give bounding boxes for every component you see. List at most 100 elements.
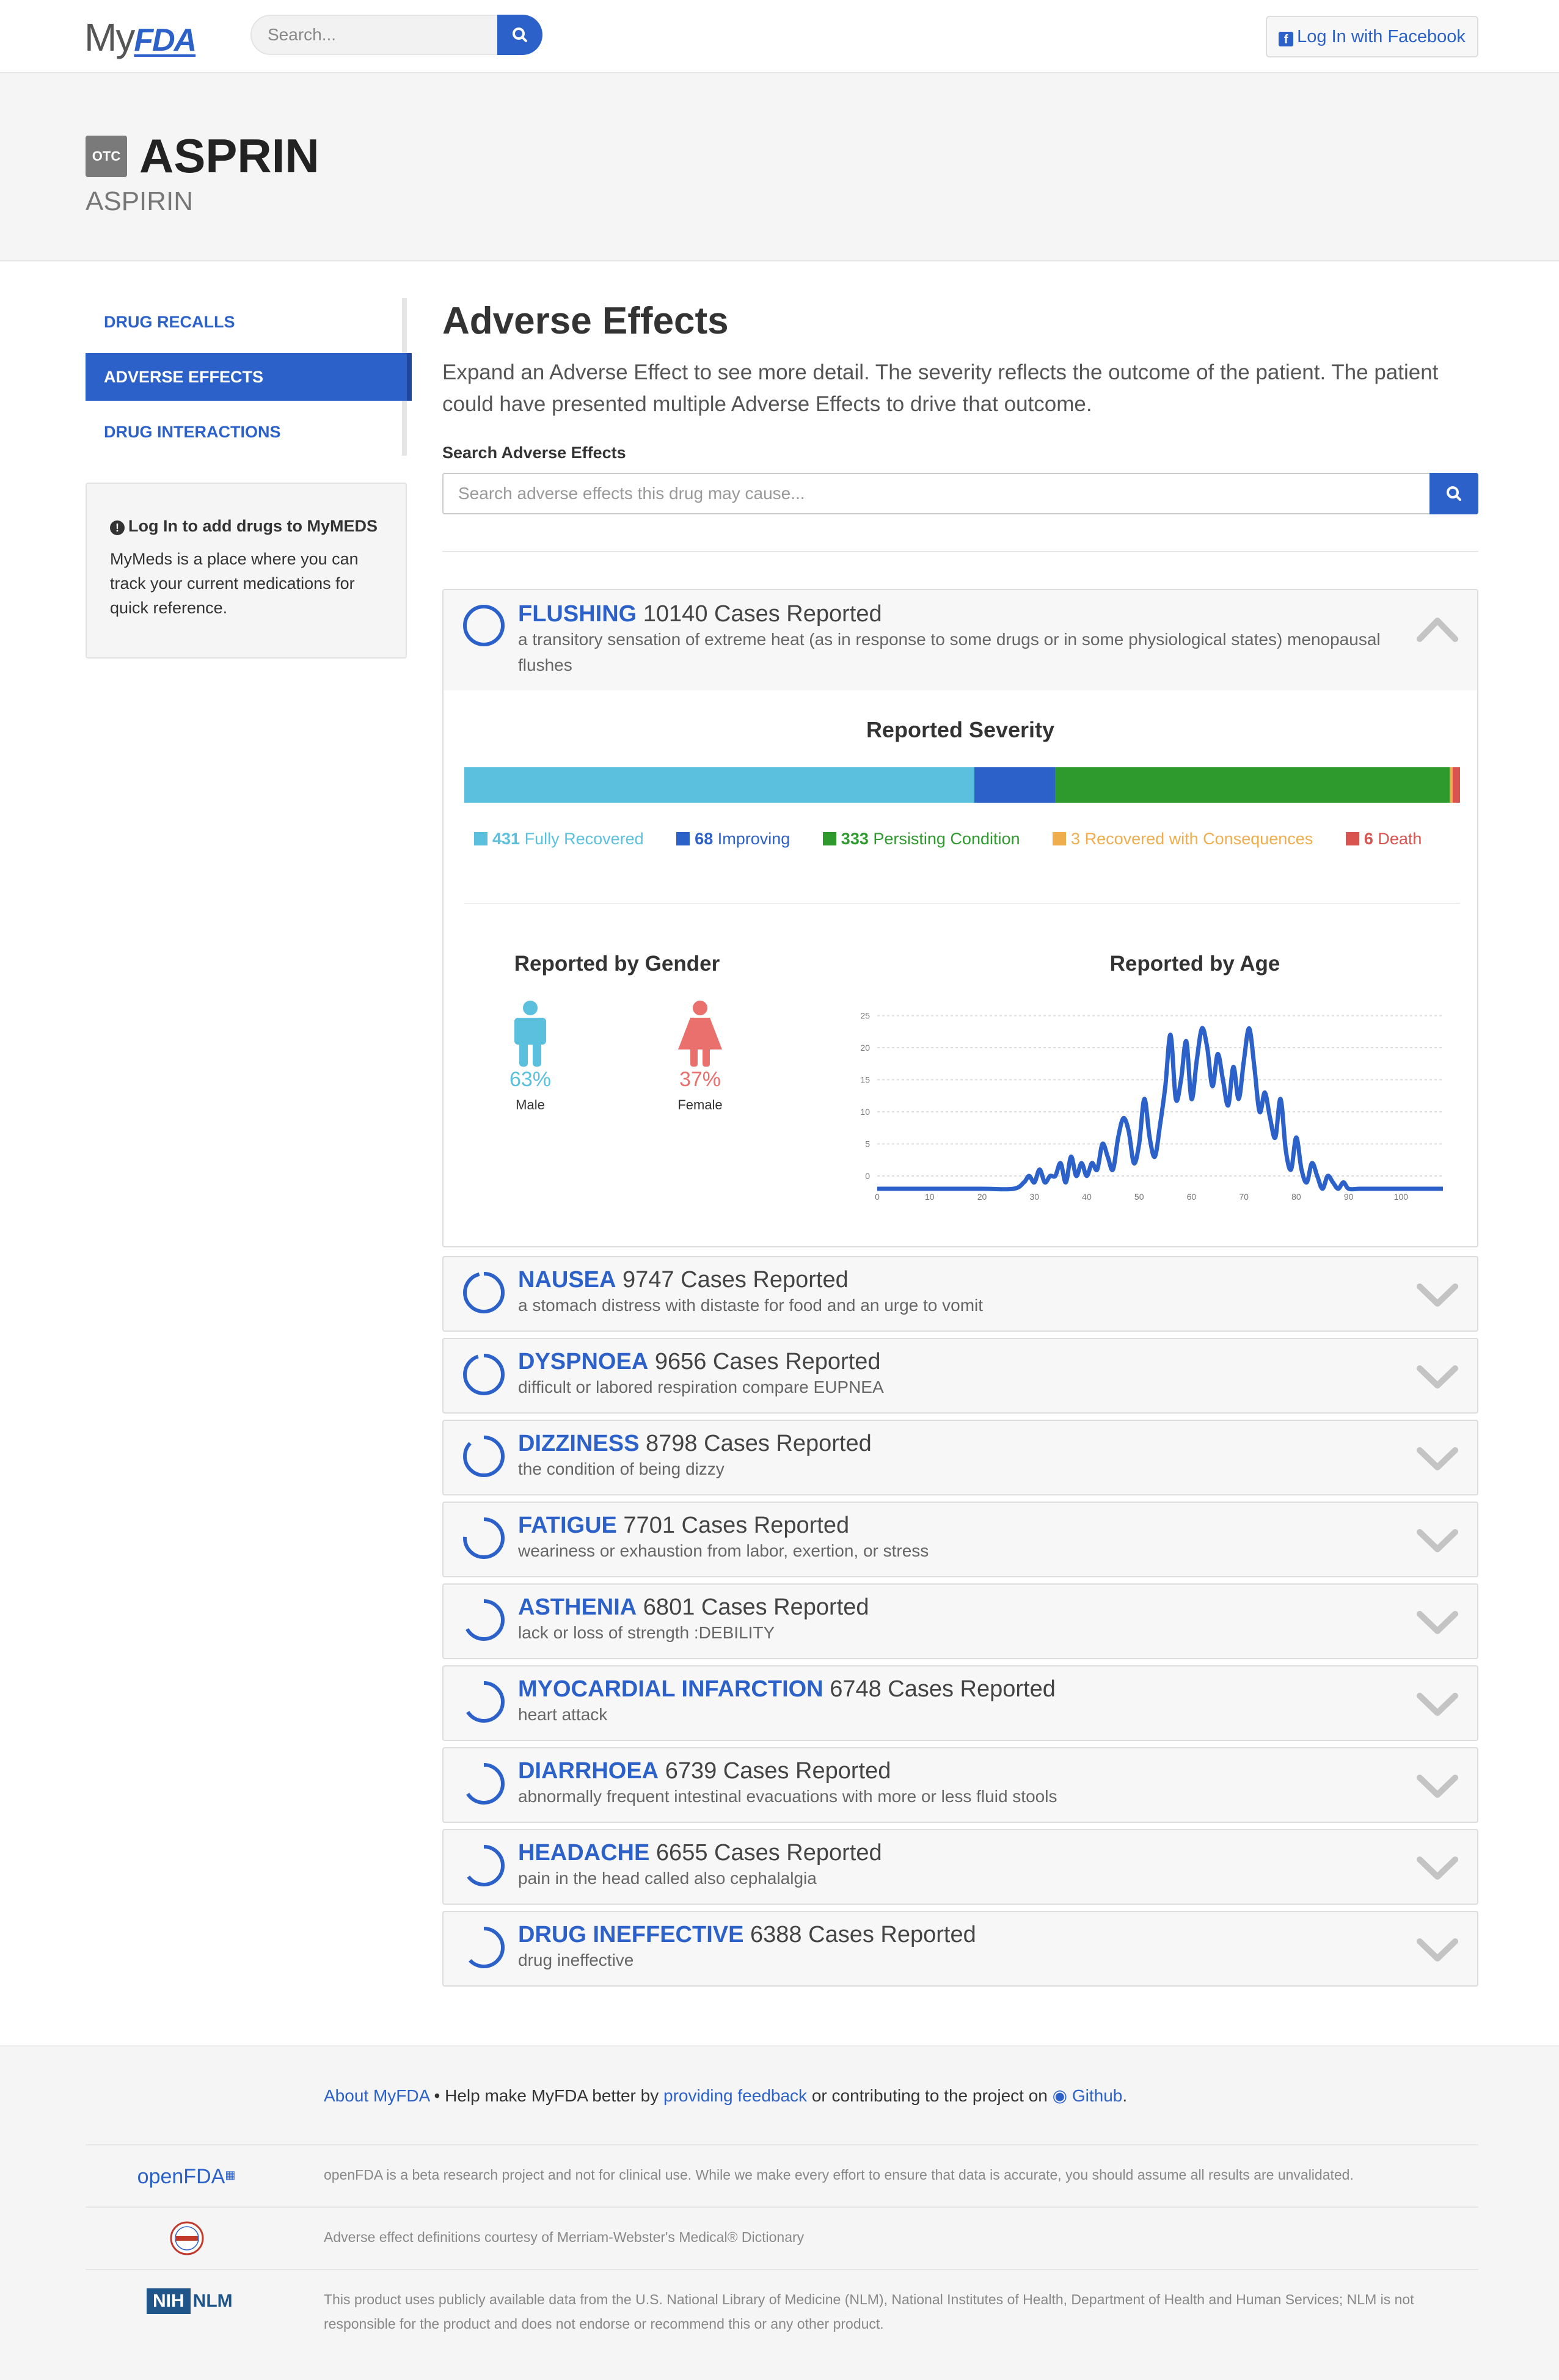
adverse-effect-panel[interactable]: DYSPNOEA 9656 Cases Reported difficult or… (442, 1338, 1478, 1414)
sidebar-nav: DRUG RECALLS ADVERSE EFFECTS DRUG INTERA… (86, 298, 412, 456)
ae-title: MYOCARDIAL INFARCTION 6748 Cases Reporte… (518, 1676, 1056, 1702)
adverse-effect-panel[interactable]: HEADACHE 6655 Cases Reported pain in the … (442, 1829, 1478, 1905)
ae-title: DRUG INEFFECTIVE 6388 Cases Reported (518, 1922, 976, 1947)
divider (442, 551, 1478, 552)
chevron-down-icon[interactable] (1416, 1363, 1459, 1390)
female-icon (678, 1001, 722, 1067)
adverse-effect-panel[interactable]: DIZZINESS 8798 Cases Reported the conditi… (442, 1420, 1478, 1495)
myfda-logo[interactable]: MyFDA (84, 16, 197, 62)
chevron-down-icon[interactable] (1416, 1445, 1459, 1472)
adverse-effect-panel[interactable]: MYOCARDIAL INFARCTION 6748 Cases Reporte… (442, 1665, 1478, 1741)
x-tick-label: 80 (1291, 1192, 1301, 1202)
sidebar-item-adverse-effects[interactable]: ADVERSE EFFECTS (86, 353, 407, 401)
severity-legend: 431 Fully Recovered 68 Improving 333 Per… (474, 830, 1450, 849)
global-search-button[interactable] (497, 15, 542, 55)
ae-title: NAUSEA 9747 Cases Reported (518, 1267, 849, 1293)
legend-fully-recovered: 431 Fully Recovered (474, 830, 644, 849)
chevron-down-icon[interactable] (1416, 1691, 1459, 1718)
x-tick-label: 60 (1187, 1192, 1197, 1202)
chevron-down-icon[interactable] (1416, 1282, 1459, 1309)
frequency-ring-icon (463, 1927, 505, 1968)
search-icon (1447, 486, 1461, 501)
global-search-input[interactable]: Search... (250, 15, 500, 55)
github-link[interactable]: ◉ Github (1053, 2086, 1123, 2105)
chevron-down-icon[interactable] (1416, 1609, 1459, 1636)
ae-title: DYSPNOEA 9656 Cases Reported (518, 1349, 881, 1374)
chevron-down-icon[interactable] (1416, 1855, 1459, 1882)
ae-definition: drug ineffective (518, 1951, 634, 1969)
mw-attribution: Adverse effect definitions courtesy of M… (324, 2229, 805, 2245)
female-label: Female (677, 1097, 723, 1112)
legend-swatch (1345, 832, 1359, 845)
age-chart-title: Reported by Age (1109, 952, 1280, 976)
ae-title: HEADACHE 6655 Cases Reported (518, 1840, 882, 1866)
adverse-effect-panel[interactable]: NAUSEA 9747 Cases Reported a stomach dist… (442, 1256, 1478, 1332)
chevron-down-icon[interactable] (1416, 1773, 1459, 1800)
info-icon: ! (110, 520, 125, 535)
x-tick-label: 20 (977, 1192, 987, 1202)
y-tick-label: 15 (860, 1075, 870, 1085)
y-tick-label: 20 (860, 1043, 870, 1053)
y-tick-label: 10 (860, 1107, 870, 1117)
active-indicator (407, 353, 412, 401)
facebook-icon: f (1279, 32, 1294, 46)
facebook-login-button[interactable]: f Log In with Facebook (1266, 16, 1478, 57)
merriam-webster-logo (170, 2221, 204, 2255)
chevron-down-icon[interactable] (1416, 1936, 1459, 1963)
footer-links: About MyFDA • Help make MyFDA better by … (324, 2086, 1128, 2105)
frequency-ring-icon (463, 1436, 505, 1477)
github-icon: ◉ (1052, 2086, 1068, 2105)
ae-search-input[interactable]: Search adverse effects this drug may cau… (442, 473, 1431, 514)
ae-definition: lack or loss of strength :DEBILITY (518, 1623, 775, 1642)
ae-definition: weariness or exhaustion from labor, exer… (518, 1541, 929, 1560)
severity-segment (464, 767, 975, 803)
openfda-mark: ▦ (225, 2169, 236, 2181)
top-navbar: MyFDA Search... f Log In with Facebook (0, 0, 1559, 73)
panel-header[interactable]: FLUSHING 10140 Cases Reported a transito… (444, 590, 1477, 690)
legend-swatch (474, 832, 487, 845)
adverse-effect-panel[interactable]: FATIGUE 7701 Cases Reported weariness or … (442, 1502, 1478, 1577)
frequency-ring-icon (463, 605, 505, 646)
age-line-chart: 0 5 10 15 20 25 0 10 20 30 40 50 60 70 80 90 100 (860, 1011, 1443, 1202)
x-tick-label: 0 (875, 1192, 880, 1202)
severity-bar (464, 767, 1460, 803)
about-link[interactable]: About MyFDA (324, 2086, 429, 2105)
ae-definition: difficult or labored respiration compare… (518, 1378, 884, 1396)
mymeds-login-box: ! Log In to add drugs to MyMEDS MyMeds is… (86, 483, 407, 659)
mymeds-description: MyMeds is a place where you can track yo… (110, 550, 359, 617)
x-tick-label: 90 (1344, 1192, 1354, 1202)
legend-swatch (1053, 832, 1067, 845)
ae-title: FLUSHING 10140 Cases Reported (518, 601, 882, 627)
x-tick-label: 30 (1029, 1192, 1039, 1202)
frequency-ring-icon (463, 1354, 505, 1395)
frequency-ring-icon (463, 1681, 505, 1723)
ae-title: DIARRHOEA 6739 Cases Reported (518, 1758, 891, 1784)
sidebar-item-drug-recalls[interactable]: DRUG RECALLS (86, 298, 407, 346)
chevron-up-icon[interactable] (1416, 616, 1459, 643)
ae-search-button[interactable] (1429, 473, 1478, 514)
legend-death: 6 Death (1345, 830, 1422, 849)
chevron-down-icon[interactable] (1416, 1527, 1459, 1554)
x-tick-label: 10 (925, 1192, 935, 1202)
x-tick-label: 100 (1394, 1192, 1409, 1202)
adverse-effect-panel[interactable]: ASTHENIA 6801 Cases Reported lack or loss… (442, 1583, 1478, 1659)
female-percentage: 37% (679, 1068, 721, 1091)
nlm-disclaimer: This product uses publicly available dat… (324, 2291, 1414, 2332)
feedback-link[interactable]: providing feedback (663, 2086, 807, 2105)
frequency-ring-icon (463, 1272, 505, 1313)
openfda-disclaimer: openFDA is a beta research project and n… (324, 2167, 1354, 2183)
y-tick-label: 25 (860, 1011, 870, 1021)
drug-generic-name: ASPIRIN (86, 186, 194, 216)
adverse-effect-panel[interactable]: DRUG INEFFECTIVE 6388 Cases Reported drug… (442, 1911, 1478, 1987)
otc-badge: OTC (86, 136, 127, 177)
ae-definition: pain in the head called also cephalalgia (518, 1869, 817, 1888)
male-icon (514, 1001, 546, 1067)
y-tick-label: 5 (865, 1139, 870, 1149)
adverse-effect-panel[interactable]: DIARRHOEA 6739 Cases Reported abnormally … (442, 1747, 1478, 1823)
ae-definition: abnormally frequent intestinal evacuatio… (518, 1787, 1057, 1806)
sidebar-item-drug-interactions[interactable]: DRUG INTERACTIONS (86, 408, 407, 456)
ae-title: FATIGUE 7701 Cases Reported (518, 1513, 850, 1538)
y-tick-label: 0 (865, 1171, 870, 1181)
mymeds-login-title[interactable]: ! Log In to add drugs to MyMEDS (110, 517, 382, 536)
severity-segment (974, 767, 1056, 803)
